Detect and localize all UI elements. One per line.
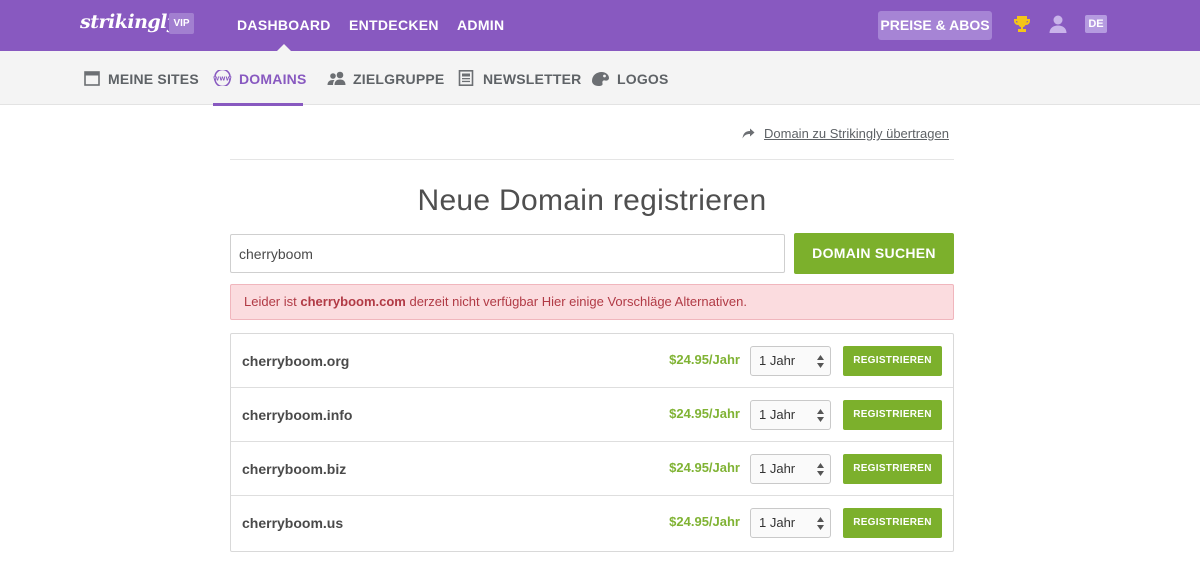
register-button[interactable]: REGISTRIEREN (843, 454, 942, 484)
subnav-label: ZIELGRUPPE (353, 71, 445, 87)
domain-result-row: cherryboom.org $24.95/Jahr 1 Jahr REGIST… (231, 334, 953, 388)
period-value: 1 Jahr (759, 407, 796, 422)
user-icon[interactable] (1048, 14, 1068, 34)
period-value: 1 Jahr (759, 353, 796, 368)
subnav-label: MEINE SITES (108, 71, 199, 87)
svg-text:www: www (213, 76, 232, 82)
period-select[interactable]: 1 Jahr (750, 400, 831, 430)
domain-name: cherryboom.biz (242, 461, 347, 477)
sub-navbar: MEINE SITES www DOMAINS ZIELGRUPPE NEWSL… (0, 51, 1200, 106)
top-navbar: strikingly VIP DASHBOARD ENTDECKEN ADMIN… (0, 0, 1200, 51)
newsletter-icon (458, 70, 474, 86)
period-value: 1 Jahr (759, 515, 796, 530)
period-select[interactable]: 1 Jahr (750, 508, 831, 538)
page-title: Neue Domain registrieren (417, 184, 767, 217)
domain-search-button[interactable]: DOMAIN SUCHEN (794, 233, 954, 274)
select-arrows-icon (817, 355, 824, 368)
domain-search-input[interactable] (230, 234, 785, 273)
period-select[interactable]: 1 Jahr (750, 346, 831, 376)
domain-name: cherryboom.us (242, 515, 344, 531)
domain-name: cherryboom.org (242, 353, 350, 369)
language-selector[interactable]: DE (1085, 15, 1107, 33)
domain-result-row: cherryboom.info $24.95/Jahr 1 Jahr REGIS… (231, 388, 953, 442)
select-arrows-icon (817, 463, 824, 476)
select-arrows-icon (817, 409, 824, 422)
calendar-icon (84, 71, 100, 86)
nav-entdecken[interactable]: ENTDECKEN (349, 0, 439, 51)
nav-dashboard[interactable]: DASHBOARD (237, 0, 331, 51)
unavailable-alert: Leider ist cherryboom.com derzeit nicht … (230, 284, 954, 320)
period-select[interactable]: 1 Jahr (750, 454, 831, 484)
subnav-item-domains[interactable]: www DOMAINS (213, 51, 306, 106)
strikingly-logo[interactable]: strikingly (80, 11, 178, 33)
trophy-icon[interactable] (1012, 14, 1032, 34)
period-value: 1 Jahr (759, 461, 796, 476)
subnav-item-meine-sites[interactable]: MEINE SITES (84, 51, 199, 105)
register-button[interactable]: REGISTRIEREN (843, 508, 942, 538)
domain-name: cherryboom.info (242, 407, 353, 423)
domain-price: $24.95/Jahr (669, 406, 740, 421)
register-button[interactable]: REGISTRIEREN (843, 400, 942, 430)
alert-domain: cherryboom.com (300, 294, 406, 309)
nav-admin[interactable]: ADMIN (457, 0, 504, 51)
register-button[interactable]: REGISTRIEREN (843, 346, 942, 376)
domain-price: $24.95/Jahr (669, 460, 740, 475)
domain-results-list: cherryboom.org $24.95/Jahr 1 Jahr REGIST… (230, 333, 954, 552)
vip-badge: VIP (169, 13, 194, 34)
select-arrows-icon (817, 517, 824, 530)
www-icon: www (213, 70, 232, 86)
subnav-item-zielgruppe[interactable]: ZIELGRUPPE (327, 51, 444, 105)
divider (230, 159, 954, 160)
subnav-label: NEWSLETTER (483, 71, 582, 87)
domain-result-row: cherryboom.us $24.95/Jahr 1 Jahr REGISTR… (231, 496, 953, 550)
logo-icon (592, 72, 609, 86)
subnav-label: LOGOS (617, 71, 669, 87)
alert-prefix: Leider ist (244, 294, 301, 309)
people-icon (327, 71, 346, 85)
subnav-item-newsletter[interactable]: NEWSLETTER (458, 51, 581, 105)
active-tab-indicator (213, 103, 303, 106)
subnav-item-logos[interactable]: LOGOS (591, 51, 668, 105)
subnav-label: DOMAINS (239, 71, 307, 87)
domain-price: $24.95/Jahr (669, 352, 740, 367)
share-arrow-icon (742, 128, 755, 139)
domain-result-row: cherryboom.biz $24.95/Jahr 1 Jahr REGIST… (231, 442, 953, 496)
pricing-button[interactable]: PREISE & ABOS (878, 11, 992, 40)
transfer-domain-link[interactable]: Domain zu Strikingly übertragen (764, 126, 949, 141)
domain-price: $24.95/Jahr (669, 514, 740, 529)
alert-suffix: derzeit nicht verfügbar Hier einige Vors… (405, 294, 747, 309)
